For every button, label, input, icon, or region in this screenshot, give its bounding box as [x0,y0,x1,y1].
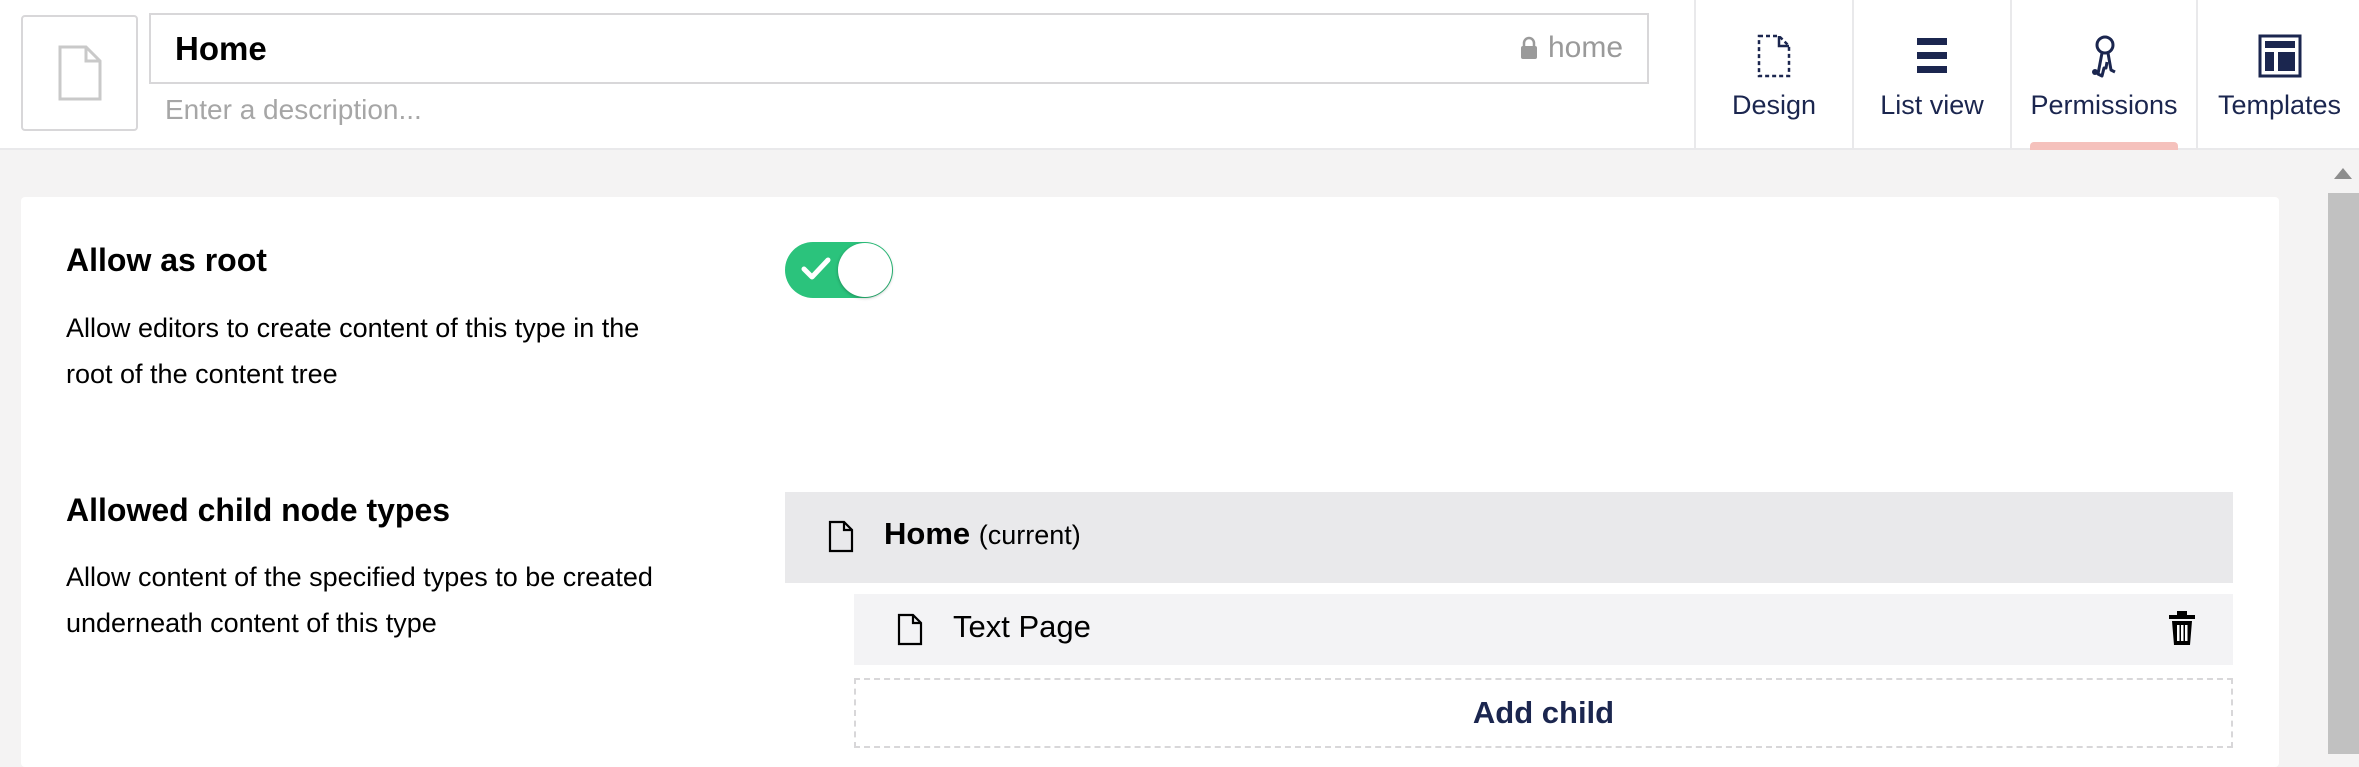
trash-icon[interactable] [2169,611,2195,645]
alias-text: home [1547,31,1623,64]
checkmark-icon [801,257,831,280]
toggle-knob [838,243,892,297]
description-input[interactable] [163,88,1467,132]
active-tab-indicator [2030,142,2178,150]
add-child-button[interactable]: Add child [854,678,2233,748]
content-type-icon-picker[interactable] [21,15,138,131]
tab-permissions[interactable]: Permissions [2010,0,2196,150]
child-node-name: Text Page [953,609,1091,644]
scroll-up-arrow-icon[interactable] [2334,168,2352,179]
allow-root-title: Allow as root [66,242,267,278]
allow-root-toggle[interactable] [785,242,893,298]
tab-label: Design [1731,90,1817,120]
tab-list-view[interactable]: List view [1852,0,2010,150]
allowed-children-description: Allow content of the specified types to … [66,562,653,638]
root-node-name: Home [884,516,971,551]
document-dashed-icon [1757,32,1791,80]
name-input[interactable] [173,25,1377,73]
document-icon [897,613,923,646]
tab-label: Templates [2217,90,2342,120]
tab-templates[interactable]: Templates [2196,0,2359,150]
list-icon [1917,32,1947,80]
root-node-item: Home (current) [785,492,2233,583]
layout-icon [2258,32,2302,80]
tab-label: List view [1880,90,1984,120]
child-node-item: Text Page [854,594,2233,665]
allow-root-description: Allow editors to create content of this … [66,313,640,389]
permissions-panel: Allow as root Allow editors to create co… [21,197,2279,767]
lock-icon[interactable] [1520,36,1538,60]
editor-tabs: Design List view Permissions Templates [1694,0,2359,150]
scrollbar-thumb[interactable] [2328,193,2359,754]
tab-label: Permissions [2030,90,2178,120]
tab-design[interactable]: Design [1694,0,1852,150]
editor-header: home Design List view [0,0,2359,150]
allowed-children-title: Allowed child node types [66,492,451,528]
root-node-suffix: (current) [978,520,1081,550]
document-icon [828,520,854,553]
root-node-label: Home (current) [884,516,1081,552]
vertical-scrollbar[interactable] [2326,160,2359,754]
document-icon [58,45,101,101]
name-field[interactable]: home [149,13,1649,84]
keys-icon [2087,32,2121,80]
alias-field[interactable]: home [1520,31,1623,65]
